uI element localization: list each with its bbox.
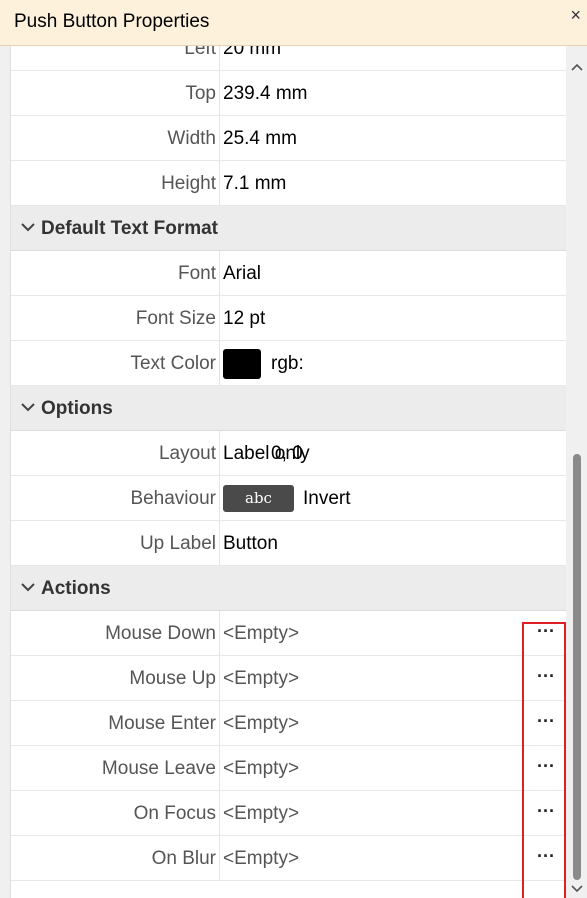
close-icon[interactable]: × <box>570 6 581 24</box>
behaviour-value: Invert <box>303 488 351 509</box>
property-name: Left <box>184 46 216 59</box>
property-row-font[interactable]: Font Arial <box>11 251 566 296</box>
property-value[interactable]: Label only <box>223 431 310 475</box>
property-value[interactable]: 12 pt <box>223 296 265 340</box>
property-row-font-size[interactable]: Font Size 12 pt <box>11 296 566 341</box>
scroll-down-arrow-icon[interactable] <box>571 884 583 894</box>
property-name: Up Label <box>139 533 216 554</box>
property-value[interactable]: 20 mm <box>223 46 281 70</box>
column-divider <box>219 341 220 385</box>
property-name: On Focus <box>133 803 216 824</box>
property-row-left[interactable]: Left 20 mm <box>11 46 566 71</box>
property-row-up-label[interactable]: Up Label Button <box>11 521 566 566</box>
ellipsis-button[interactable]: ··· <box>535 701 557 745</box>
ellipsis-button[interactable]: ··· <box>535 656 557 700</box>
column-divider <box>219 521 220 565</box>
property-value[interactable]: Arial <box>223 251 261 295</box>
color-swatch[interactable] <box>223 349 261 379</box>
column-divider <box>219 746 220 790</box>
property-value[interactable]: Button <box>223 521 278 565</box>
property-row-top[interactable]: Top 239.4 mm <box>11 71 566 116</box>
column-divider <box>219 611 220 655</box>
property-row-width[interactable]: Width 25.4 mm <box>11 116 566 161</box>
category-options[interactable]: Options <box>11 386 566 431</box>
property-row-height[interactable]: Height 7.1 mm <box>11 161 566 206</box>
scroll-up-arrow-icon[interactable] <box>571 62 583 72</box>
property-row-text-color[interactable]: Text Color rgb: 0, 0, 0 <box>11 341 566 464</box>
property-name: Font Size <box>135 308 216 329</box>
property-row-behaviour[interactable]: Behaviour abc Invert <box>11 476 566 521</box>
property-value[interactable]: <Empty> <box>223 791 299 835</box>
chevron-down-icon[interactable] <box>19 578 37 596</box>
column-divider <box>219 296 220 340</box>
property-value[interactable]: 25.4 mm <box>223 116 297 160</box>
ellipsis-button[interactable]: ··· <box>535 611 557 655</box>
column-divider <box>219 431 220 475</box>
property-name: Width <box>167 128 216 149</box>
property-row-mouse-enter[interactable]: Mouse Enter <Empty> ··· <box>11 701 566 746</box>
property-row-on-blur[interactable]: On Blur <Empty> ··· <box>11 836 566 881</box>
ellipsis-button[interactable]: ··· <box>535 746 557 790</box>
ellipsis-button[interactable]: ··· <box>535 791 557 835</box>
property-value[interactable]: <Empty> <box>223 701 299 745</box>
behaviour-preview-badge: abc <box>223 485 294 512</box>
property-name: Mouse Up <box>129 668 216 689</box>
category-label: Options <box>41 398 113 419</box>
column-divider <box>219 836 220 880</box>
property-name: On Blur <box>151 848 216 869</box>
chevron-down-icon[interactable] <box>19 398 37 416</box>
column-divider <box>219 656 220 700</box>
property-name: Behaviour <box>130 488 216 509</box>
chevron-down-icon[interactable] <box>19 218 37 236</box>
property-row-mouse-up[interactable]: Mouse Up <Empty> ··· <box>11 656 566 701</box>
property-name: Mouse Down <box>105 623 216 644</box>
property-value[interactable]: <Empty> <box>223 746 299 790</box>
property-name: Mouse Enter <box>108 713 216 734</box>
property-name: Mouse Leave <box>101 758 216 779</box>
property-grid: Left 20 mm Top 239.4 mm Width 25.4 mm He… <box>10 46 566 898</box>
ellipsis-button[interactable]: ··· <box>535 836 557 880</box>
property-value[interactable]: <Empty> <box>223 836 299 880</box>
panel-titlebar: Push Button Properties × <box>0 0 587 46</box>
property-name: Text Color <box>130 353 216 374</box>
property-row-on-focus[interactable]: On Focus <Empty> ··· <box>11 791 566 836</box>
category-default-text-format[interactable]: Default Text Format <box>11 206 566 251</box>
category-label: Actions <box>41 578 111 599</box>
property-value[interactable]: 239.4 mm <box>223 71 307 115</box>
column-divider <box>219 476 220 520</box>
property-row-mouse-down[interactable]: Mouse Down <Empty> ··· <box>11 611 566 656</box>
property-value[interactable]: 7.1 mm <box>223 161 286 205</box>
column-divider <box>219 791 220 835</box>
category-actions[interactable]: Actions <box>11 566 566 611</box>
column-divider <box>219 251 220 295</box>
property-name: Font <box>177 263 216 284</box>
column-divider <box>219 161 220 205</box>
property-name: Layout <box>158 443 216 464</box>
property-row-mouse-leave[interactable]: Mouse Leave <Empty> ··· <box>11 746 566 791</box>
scrollbar-thumb[interactable] <box>573 454 581 880</box>
property-name: Top <box>185 83 216 104</box>
category-label: Default Text Format <box>41 218 219 239</box>
property-value[interactable]: <Empty> <box>223 611 299 655</box>
column-divider <box>219 116 220 160</box>
column-divider <box>219 701 220 745</box>
column-divider <box>219 46 220 70</box>
vertical-scrollbar[interactable] <box>567 46 587 898</box>
property-row-layout[interactable]: Layout Label only <box>11 431 566 476</box>
property-value[interactable]: <Empty> <box>223 656 299 700</box>
property-name: Height <box>161 173 216 194</box>
column-divider <box>219 71 220 115</box>
panel-title: Push Button Properties <box>14 11 210 32</box>
